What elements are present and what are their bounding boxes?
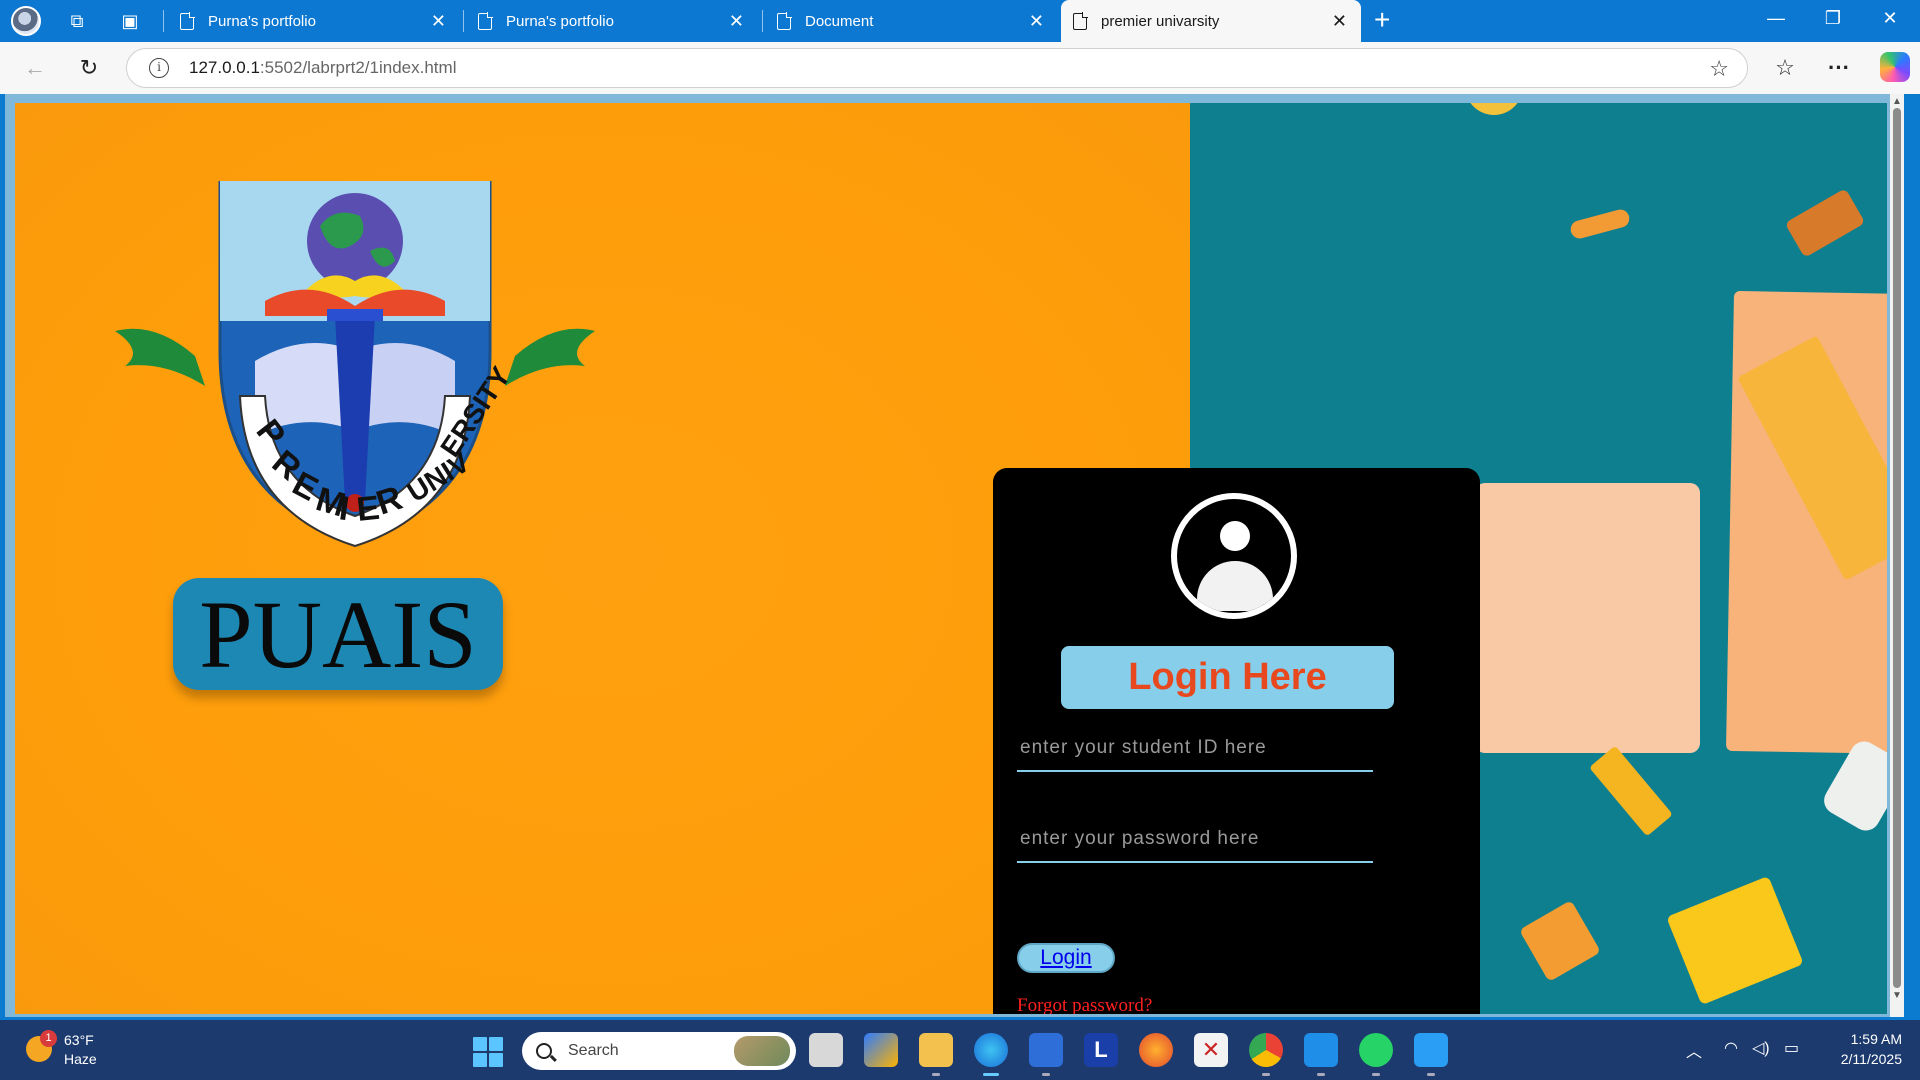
document-icon	[777, 11, 792, 30]
new-tab-button[interactable]: +	[1374, 4, 1390, 36]
file-explorer-icon[interactable]	[919, 1033, 953, 1076]
page-scrollbar[interactable]: ▲ ▼	[1890, 94, 1904, 1017]
tab-separator	[463, 10, 464, 32]
browser-toolbar: ← ↻ i 127.0.0.1:5502/labrprt2/1index.htm…	[0, 42, 1920, 94]
sticky-note-decoration	[1475, 483, 1700, 753]
url-text: 127.0.0.1:5502/labrprt2/1index.html	[189, 58, 457, 77]
search-icon	[536, 1043, 552, 1059]
whatsapp-icon[interactable]	[1359, 1033, 1393, 1076]
xampp-icon[interactable]: ✕	[1194, 1033, 1228, 1067]
weather-temperature: 63°F	[64, 1032, 94, 1048]
close-tab-icon[interactable]: ✕	[729, 11, 744, 32]
back-button[interactable]: ←	[19, 52, 51, 84]
taskbar-search[interactable]: Search	[522, 1032, 796, 1070]
document-icon	[478, 11, 493, 30]
close-tab-icon[interactable]: ✕	[431, 11, 446, 32]
clock-date: 2/11/2025	[1840, 1051, 1902, 1067]
login-button[interactable]: Login	[1017, 943, 1115, 973]
tab-separator	[163, 10, 164, 32]
favorite-star-icon[interactable]: ☆	[1709, 56, 1729, 82]
password-input[interactable]	[1017, 817, 1373, 863]
restore-button[interactable]: ❐	[1813, 8, 1853, 29]
minimize-button[interactable]: —	[1756, 8, 1796, 29]
scrollbar-thumb[interactable]	[1893, 108, 1901, 988]
clock-time: 1:59 AM	[1850, 1031, 1902, 1047]
tab-actions-icon[interactable]: ▣	[115, 7, 145, 35]
tab-purnas-portfolio-2[interactable]: Purna's portfolio ✕	[466, 0, 758, 42]
windows-taskbar: 1 63°F Haze Search L ✕ ︿ ◠ ◁) ▭ 1:59 AM …	[0, 1020, 1920, 1080]
close-tab-icon[interactable]: ✕	[1029, 11, 1044, 32]
address-bar[interactable]: i 127.0.0.1:5502/labrprt2/1index.html ☆	[126, 48, 1748, 88]
document-icon	[1073, 11, 1088, 30]
sharpener-decoration	[1784, 188, 1866, 258]
edge-browser-icon[interactable]	[974, 1033, 1008, 1076]
tab-document[interactable]: Document ✕	[765, 0, 1058, 42]
close-tab-icon[interactable]: ✕	[1332, 11, 1347, 32]
profile-avatar[interactable]	[11, 6, 41, 36]
chrome-icon[interactable]	[1249, 1033, 1283, 1076]
firefox-icon[interactable]	[1139, 1033, 1173, 1067]
tab-purnas-portfolio-1[interactable]: Purna's portfolio ✕	[168, 0, 460, 42]
search-label: Search	[568, 1042, 619, 1059]
brand-badge: PUAIS	[173, 578, 503, 690]
refresh-button[interactable]: ↻	[73, 52, 105, 84]
weather-widget[interactable]: 1 63°F Haze	[22, 1030, 142, 1070]
search-highlight-image	[734, 1036, 790, 1066]
page-viewport: P R E M I E R UNIV ERSITY PUAIS Login He…	[5, 94, 1904, 1017]
tab-label: Purna's portfolio	[208, 12, 316, 30]
system-clock[interactable]: 1:59 AM 2/11/2025	[1822, 1029, 1902, 1069]
l-app-icon[interactable]: L	[1084, 1033, 1118, 1067]
browser-tab-bar: ⧉ ▣ Purna's portfolio ✕ Purna's portfoli…	[0, 0, 1920, 42]
copilot-icon[interactable]	[1880, 52, 1910, 82]
copilot-app-icon[interactable]	[864, 1033, 898, 1067]
site-info-icon[interactable]: i	[149, 58, 169, 78]
tab-label: Document	[805, 12, 874, 30]
tab-premier-univarsity[interactable]: premier univarsity ✕	[1061, 0, 1361, 42]
task-view-icon[interactable]	[809, 1033, 843, 1067]
tab-label: premier univarsity	[1101, 12, 1220, 30]
tape-decoration	[1465, 103, 1523, 115]
microsoft-store-icon[interactable]	[1029, 1033, 1063, 1076]
volume-icon[interactable]: ◁)	[1752, 1038, 1770, 1058]
pushpin-decoration	[1568, 207, 1632, 241]
favorites-icon[interactable]: ☆	[1769, 52, 1801, 84]
eraser-decoration	[1666, 875, 1804, 1006]
binder-clip-decoration	[1519, 900, 1601, 982]
document-icon	[180, 11, 195, 30]
login-page: P R E M I E R UNIV ERSITY PUAIS Login He…	[15, 103, 1887, 1014]
weather-condition: Haze	[64, 1051, 97, 1067]
notification-badge: 1	[40, 1030, 57, 1047]
login-card: Login Here Login Forgot password?	[993, 468, 1480, 1014]
student-id-input[interactable]	[1017, 726, 1373, 772]
forgot-password-link[interactable]: Forgot password?	[1017, 995, 1152, 1014]
premier-university-logo: P R E M I E R UNIV ERSITY	[115, 181, 595, 548]
battery-icon[interactable]: ▭	[1784, 1038, 1799, 1058]
vscode-icon[interactable]	[1304, 1033, 1338, 1076]
clothespin-decoration	[1589, 745, 1673, 837]
notepad-icon[interactable]	[1414, 1033, 1448, 1076]
workspaces-icon[interactable]: ⧉	[62, 7, 92, 35]
login-title: Login Here	[1061, 646, 1394, 709]
close-window-button[interactable]: ✕	[1870, 8, 1910, 29]
show-hidden-icons-chevron[interactable]: ︿	[1686, 1038, 1702, 1062]
start-button[interactable]	[473, 1037, 503, 1067]
wifi-icon[interactable]: ◠	[1724, 1038, 1738, 1058]
tab-label: Purna's portfolio	[506, 12, 614, 30]
more-menu-icon[interactable]: ···	[1823, 52, 1855, 84]
tab-separator	[762, 10, 763, 32]
user-avatar-icon	[1171, 493, 1297, 619]
